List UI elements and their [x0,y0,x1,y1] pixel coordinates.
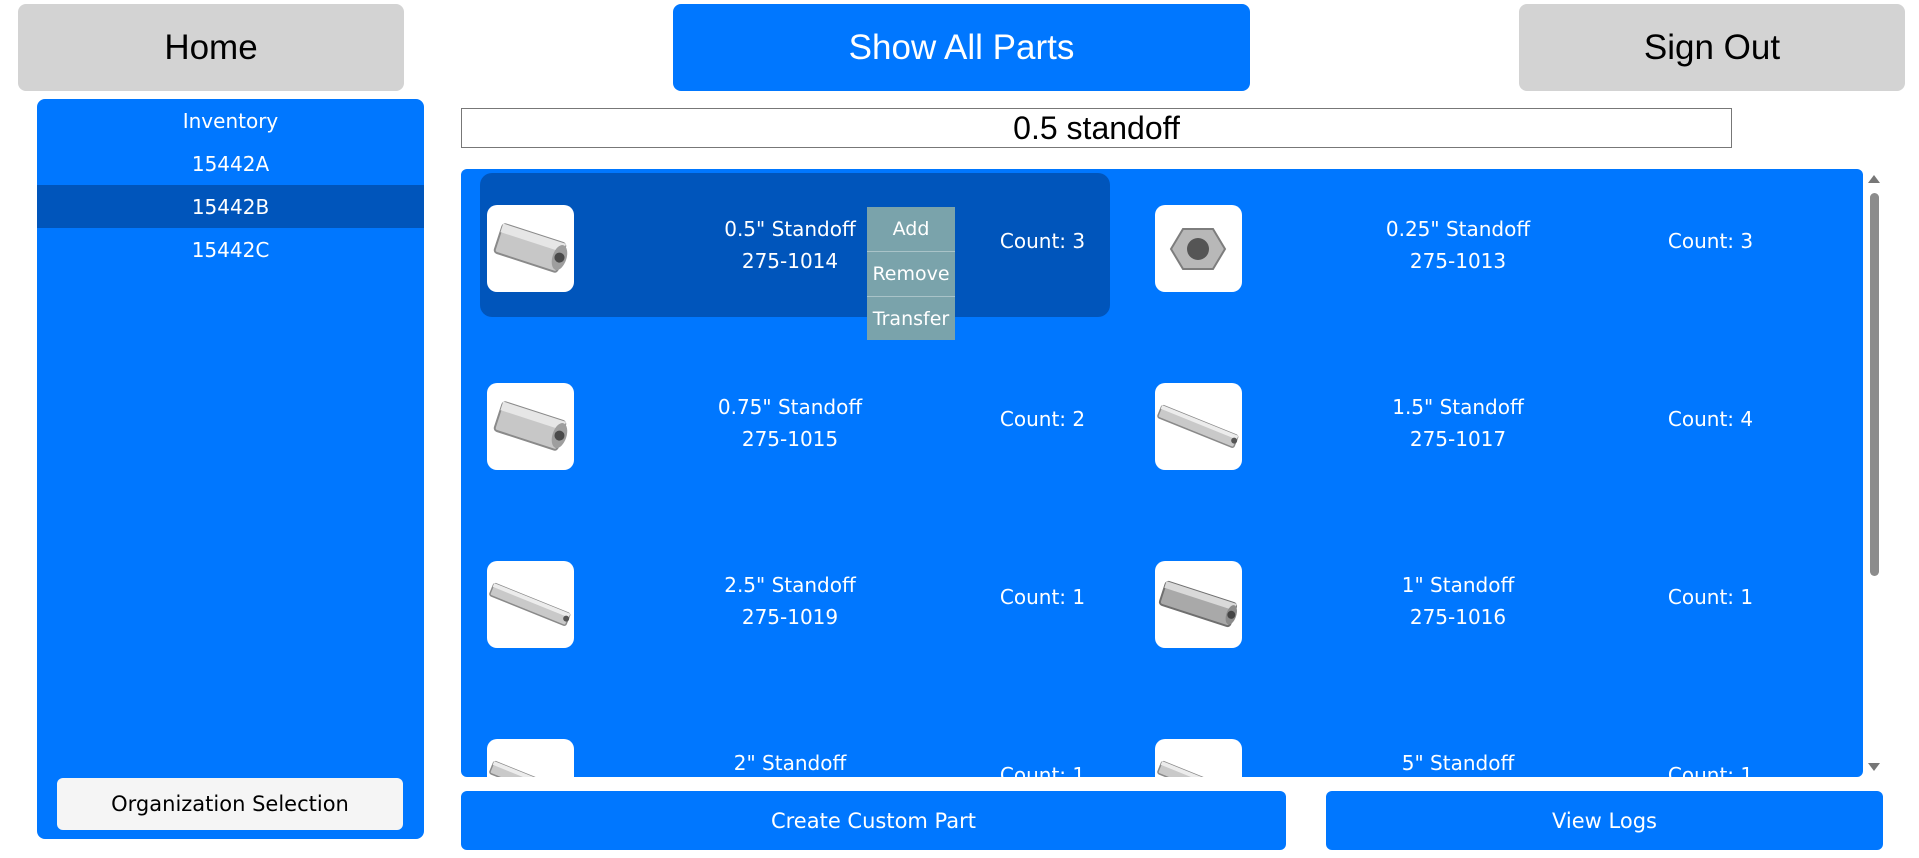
context-transfer-button[interactable]: Transfer [867,297,955,341]
part-name: 5" Standoff [1348,747,1568,777]
part-title: 0.25" Standoff [1385,217,1531,241]
part-thumbnail [1155,383,1242,470]
part-card[interactable]: 0.5" Standoff 275-1014 Count: 3 [480,173,1110,317]
sidebar-item-15442a[interactable]: 15442A [37,142,424,185]
inventory-sidebar: Inventory 15442A 15442B 15442C Organizat… [37,99,424,839]
part-card[interactable]: 5" Standoff Count: 1 [1148,707,1778,777]
part-count: Count: 1 [1667,585,1754,609]
part-name: 1.5" Standoff 275-1017 [1348,391,1568,455]
part-title: 2.5" Standoff [724,573,856,597]
sidebar-heading: Inventory [182,108,279,133]
part-card[interactable]: 2" Standoff Count: 1 [480,707,1110,777]
part-card[interactable]: 2.5" Standoff 275-1019 Count: 1 [480,529,1110,673]
part-thumbnail [487,205,574,292]
scrollbar-thumb[interactable] [1870,193,1879,576]
part-count: Count: 2 [999,407,1086,431]
part-context-menu: Add Remove Transfer [867,207,955,340]
parts-scrollbar[interactable] [1863,169,1885,777]
part-thumbnail [1155,205,1242,292]
part-count: Count: 3 [1667,229,1754,253]
part-name: 2" Standoff [680,747,900,777]
part-count: Count: 4 [1667,407,1754,431]
part-card[interactable]: 1" Standoff 275-1016 Count: 1 [1148,529,1778,673]
part-number: 275-1013 [1409,249,1507,273]
part-thumbnail [487,739,574,777]
organization-selection-button[interactable]: Organization Selection [57,778,403,830]
part-name: 1" Standoff 275-1016 [1348,569,1568,633]
part-count: Count: 1 [999,763,1086,777]
part-thumbnail [1155,561,1242,648]
sidebar-item-15442b[interactable]: 15442B [37,185,424,228]
part-title: 5" Standoff [1401,751,1515,775]
part-name: 2.5" Standoff 275-1019 [680,569,900,633]
part-count: Count: 1 [999,585,1086,609]
part-count: Count: 1 [1667,763,1754,777]
part-number: 275-1016 [1409,605,1507,629]
part-title: 1" Standoff [1401,573,1515,597]
parts-grid: 0.5" Standoff 275-1014 Count: 3 0.25" Stand… [461,169,1863,777]
part-number: 275-1019 [741,605,839,629]
context-add-button[interactable]: Add [867,207,955,252]
search-input[interactable] [461,108,1732,148]
part-title: 2" Standoff [733,751,847,775]
create-custom-part-button[interactable]: Create Custom Part [461,791,1286,850]
sidebar-item-15442c[interactable]: 15442C [37,228,424,271]
part-card[interactable]: 0.25" Standoff 275-1013 Count: 3 [1148,173,1778,317]
show-all-parts-button[interactable]: Show All Parts [673,4,1250,91]
sign-out-button[interactable]: Sign Out [1519,4,1905,91]
context-remove-button[interactable]: Remove [867,252,955,297]
scroll-up-icon[interactable] [1868,175,1880,183]
part-title: 1.5" Standoff [1392,395,1524,419]
view-logs-button[interactable]: View Logs [1326,791,1883,850]
part-title: 0.75" Standoff [717,395,863,419]
part-thumbnail [1155,739,1242,777]
part-name: 0.75" Standoff 275-1015 [680,391,900,455]
part-thumbnail [487,561,574,648]
part-number: 275-1015 [741,427,839,451]
home-button[interactable]: Home [18,4,404,91]
part-card[interactable]: 1.5" Standoff 275-1017 Count: 4 [1148,351,1778,495]
part-thumbnail [487,383,574,470]
part-count: Count: 3 [999,229,1086,253]
scroll-down-icon[interactable] [1868,763,1880,771]
part-card[interactable]: 0.75" Standoff 275-1015 Count: 2 [480,351,1110,495]
part-number: 275-1017 [1409,427,1507,451]
part-name: 0.25" Standoff 275-1013 [1348,213,1568,277]
